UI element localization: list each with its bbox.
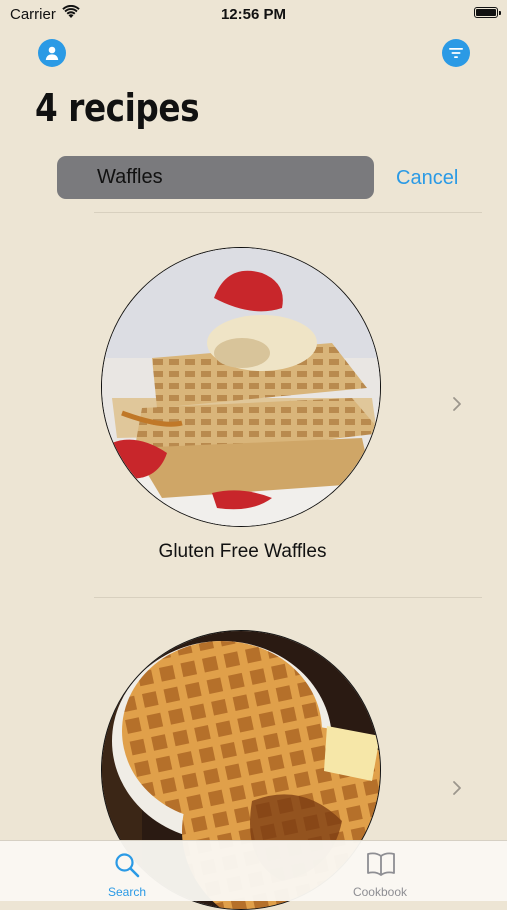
status-time: 12:56 PM [220, 6, 287, 23]
search-input-value: Waffles [97, 166, 163, 188]
chevron-right-icon [453, 397, 461, 411]
recipe-image [101, 247, 381, 527]
filter-icon [449, 48, 463, 58]
book-icon [367, 852, 395, 876]
tab-label: Search [107, 885, 147, 899]
profile-button[interactable] [38, 39, 66, 67]
page-title: 4 recipes [35, 86, 200, 130]
tab-cookbook[interactable]: Cookbook [320, 841, 440, 901]
status-bar: Carrier 12:56 PM [0, 0, 507, 28]
tab-search[interactable]: Search [67, 841, 187, 901]
battery-icon [474, 7, 501, 18]
search-input[interactable]: Waffles [57, 156, 374, 199]
tab-bar: Search Cookbook [0, 840, 507, 901]
tab-label: Cookbook [352, 885, 408, 899]
filter-button[interactable] [442, 39, 470, 67]
divider [94, 597, 482, 598]
search-icon [115, 853, 140, 878]
divider [94, 212, 482, 213]
person-icon [45, 46, 59, 60]
cancel-button[interactable]: Cancel [396, 167, 458, 190]
recipe-name: Gluten Free Waffles [158, 541, 327, 562]
waffle-stack-photo [102, 248, 380, 526]
chevron-right-icon [453, 781, 461, 795]
